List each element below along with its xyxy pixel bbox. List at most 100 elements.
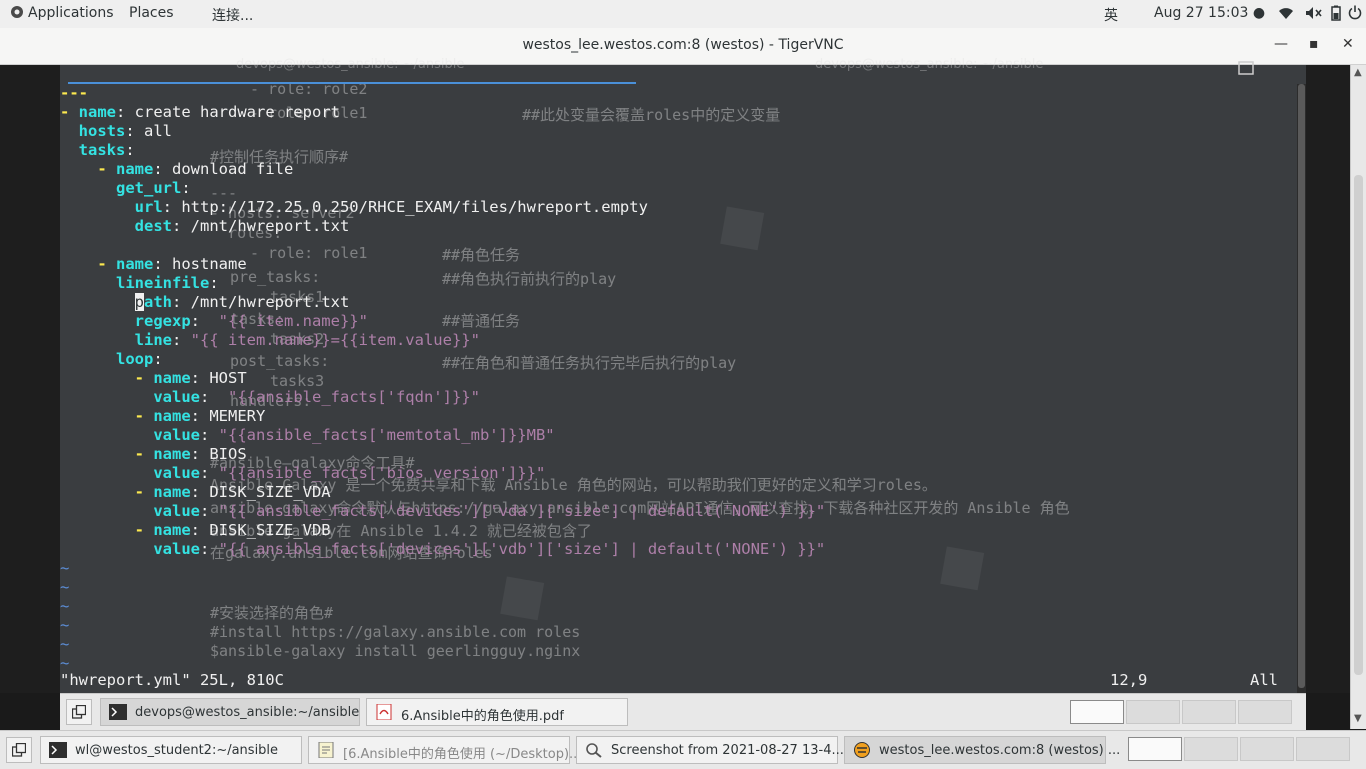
bg-line: ##在角色和普通任务执行完毕后执行的play xyxy=(442,354,737,372)
empty-line-marker: ~ xyxy=(60,559,70,577)
code-line: - name: download file xyxy=(97,160,294,178)
remote-taskbar: devops@westos_ansible:~/ansible 6.Ansibl… xyxy=(60,693,1306,730)
code-line: lineinfile: xyxy=(116,274,219,292)
minimize-button[interactable]: — xyxy=(1274,36,1288,52)
scroll-up-arrow-icon[interactable]: ▲ xyxy=(1354,67,1362,78)
code-line: value: "{{ansible_facts['memtotal_mb']}}… xyxy=(153,426,555,444)
code-line: get_url: xyxy=(116,179,191,197)
task-label: Screenshot from 2021-08-27 13-4... xyxy=(611,743,844,758)
applications-label: Applications xyxy=(28,5,114,21)
left-margin xyxy=(0,65,60,693)
bg-line: ##角色任务 xyxy=(442,246,521,264)
remote-workspace-4[interactable] xyxy=(1238,700,1292,724)
task-image-viewer[interactable]: Screenshot from 2021-08-27 13-4... xyxy=(576,736,844,764)
task-tigervnc[interactable]: westos_lee.westos.com:8 (westos) ... xyxy=(844,736,1120,764)
bg-line: post_tasks: xyxy=(230,352,330,370)
volume-muted-icon[interactable] xyxy=(1305,6,1323,24)
battery-icon[interactable] xyxy=(1331,5,1341,25)
code-line: value: "{{ ansible_facts['devices']['vdb… xyxy=(153,540,826,558)
remote-task-pdf[interactable]: 6.Ansible中的角色使用.pdf xyxy=(366,698,628,726)
task-text-editor[interactable]: [6.Ansible中的角色使用 (~/Desktop)... xyxy=(308,736,581,764)
remote-workspace-1[interactable] xyxy=(1070,700,1124,724)
empty-line-marker: ~ xyxy=(60,597,70,615)
show-desktop-button[interactable] xyxy=(6,737,32,763)
code-line: - name: BIOS xyxy=(134,445,247,463)
text-editor-icon xyxy=(318,742,334,758)
code-line: hosts: all xyxy=(78,122,173,140)
code-line: - name: MEMERY xyxy=(134,407,266,425)
bg-line: ##角色执行前执行的play xyxy=(442,270,617,288)
code-line: - name: hostname xyxy=(97,255,247,273)
bg-line: - role: role1 xyxy=(250,244,368,262)
vnc-window-titlebar[interactable]: westos_lee.westos.com:8 (westos) - Tiger… xyxy=(0,28,1366,65)
code-line: value: "{{ansible_facts['bios_version']}… xyxy=(153,464,546,482)
bg-line: #安装选择的角色# xyxy=(210,604,334,622)
task-label: westos_lee.westos.com:8 (westos) ... xyxy=(879,743,1121,758)
remote-tab-strip: devops@westos_ansible: ~/ansible devops@… xyxy=(60,57,1306,85)
code-line: loop: xyxy=(116,350,163,368)
remote-task-terminal[interactable]: devops@westos_ansible:~/ansible xyxy=(100,698,360,726)
remote-workspace-2[interactable] xyxy=(1126,700,1180,724)
code-line: dest: /mnt/hwreport.txt xyxy=(134,217,350,235)
vnc-scrollbar[interactable]: ▲ ▼ xyxy=(1350,65,1366,729)
image-viewer-icon xyxy=(586,743,602,758)
bg-line: ##此处变量会覆盖roles中的定义变量 xyxy=(522,106,781,124)
bg-line: - role: role2 xyxy=(250,84,368,98)
empty-line-marker: ~ xyxy=(60,616,70,634)
gnome-top-bar: Applications Places 连接... 英 Aug 27 15:03… xyxy=(0,0,1366,28)
connect-menu[interactable]: 连接... xyxy=(212,5,253,25)
code-line: line: "{{ item.name}}={{item.value}}" xyxy=(134,331,480,349)
code-line: - name: DISK_SIZE_VDB xyxy=(134,521,331,539)
scroll-indicator: All xyxy=(1250,671,1278,689)
task-label: 6.Ansible中的角色使用.pdf xyxy=(401,709,564,724)
task-terminal[interactable]: wl@westos_student2:~/ansible xyxy=(40,736,302,764)
bottom-taskbar: wl@westos_student2:~/ansible [6.Ansible中… xyxy=(0,730,1366,769)
show-desktop-icon xyxy=(12,743,26,757)
remote-tab-right[interactable]: devops@westos_ansible: ~/ansible xyxy=(815,57,1043,72)
workspace-4[interactable] xyxy=(1296,737,1350,761)
empty-line-marker: ~ xyxy=(60,635,70,653)
remote-menu-icon[interactable] xyxy=(1238,61,1254,75)
show-desktop-icon xyxy=(72,705,86,719)
clock[interactable]: Aug 27 15:03 ● xyxy=(1154,5,1265,21)
places-menu[interactable]: Places xyxy=(129,5,174,21)
code-line: - name: DISK_SIZE_VDA xyxy=(134,483,331,501)
show-desktop-button[interactable] xyxy=(66,699,92,725)
maximize-button[interactable]: ▪ xyxy=(1309,36,1319,52)
code-line: value: "{{ ansible_facts['devices']['vda… xyxy=(153,502,826,520)
code-line-cursor: path: /mnt/hwreport.txt xyxy=(134,293,350,311)
task-label: devops@westos_ansible:~/ansible xyxy=(135,705,360,720)
tigervnc-icon xyxy=(854,742,870,758)
remote-tab-left[interactable]: devops@westos_ansible: ~/ansible xyxy=(236,57,464,72)
remote-workspace-3[interactable] xyxy=(1182,700,1236,724)
cursor-position: 12,9 xyxy=(1110,671,1148,689)
watermark-logo: ◆ xyxy=(917,519,1016,611)
code-line: value: "{{ansible_facts['fqdn']}}" xyxy=(153,388,480,406)
empty-line-marker: ~ xyxy=(60,578,70,596)
terminal-icon xyxy=(49,742,67,758)
terminal-icon xyxy=(109,704,127,720)
input-method-indicator[interactable]: 英 xyxy=(1104,5,1118,25)
bg-line: ##普通任务 xyxy=(442,312,521,330)
pdf-icon xyxy=(376,704,392,720)
applications-icon xyxy=(11,6,23,18)
terminal-area[interactable]: ◆ ◆ ◆ - role: role2 - role: role1 ##此处变量… xyxy=(60,84,1297,693)
applications-menu[interactable]: Applications xyxy=(10,5,114,21)
code-line: regexp: "{{ item.name}}" xyxy=(134,312,368,330)
file-info: "hwreport.yml" 25L, 810C xyxy=(60,671,284,689)
wifi-icon[interactable] xyxy=(1278,6,1294,24)
vim-status-line: "hwreport.yml" 25L, 810C 12,9 All xyxy=(60,670,1297,690)
vim-buffer[interactable]: --- - name: create hardware report hosts… xyxy=(60,84,825,693)
workspace-1[interactable] xyxy=(1128,737,1182,761)
terminal-scrollbar-thumb[interactable] xyxy=(1298,84,1305,688)
code-line: url: http://172.25.0.250/RHCE_EXAM/files… xyxy=(134,198,648,216)
power-icon[interactable] xyxy=(1348,5,1362,24)
vnc-scrollbar-thumb[interactable] xyxy=(1354,175,1363,675)
workspace-3[interactable] xyxy=(1240,737,1294,761)
terminal-scrollbar[interactable] xyxy=(1297,84,1306,693)
scroll-down-arrow-icon[interactable]: ▼ xyxy=(1354,713,1362,724)
bg-line: $ansible-galaxy install geerlingguy.ngin… xyxy=(210,642,581,660)
workspace-2[interactable] xyxy=(1184,737,1238,761)
code-line: - name: create hardware report xyxy=(60,103,340,121)
close-button[interactable]: ✕ xyxy=(1342,36,1354,52)
